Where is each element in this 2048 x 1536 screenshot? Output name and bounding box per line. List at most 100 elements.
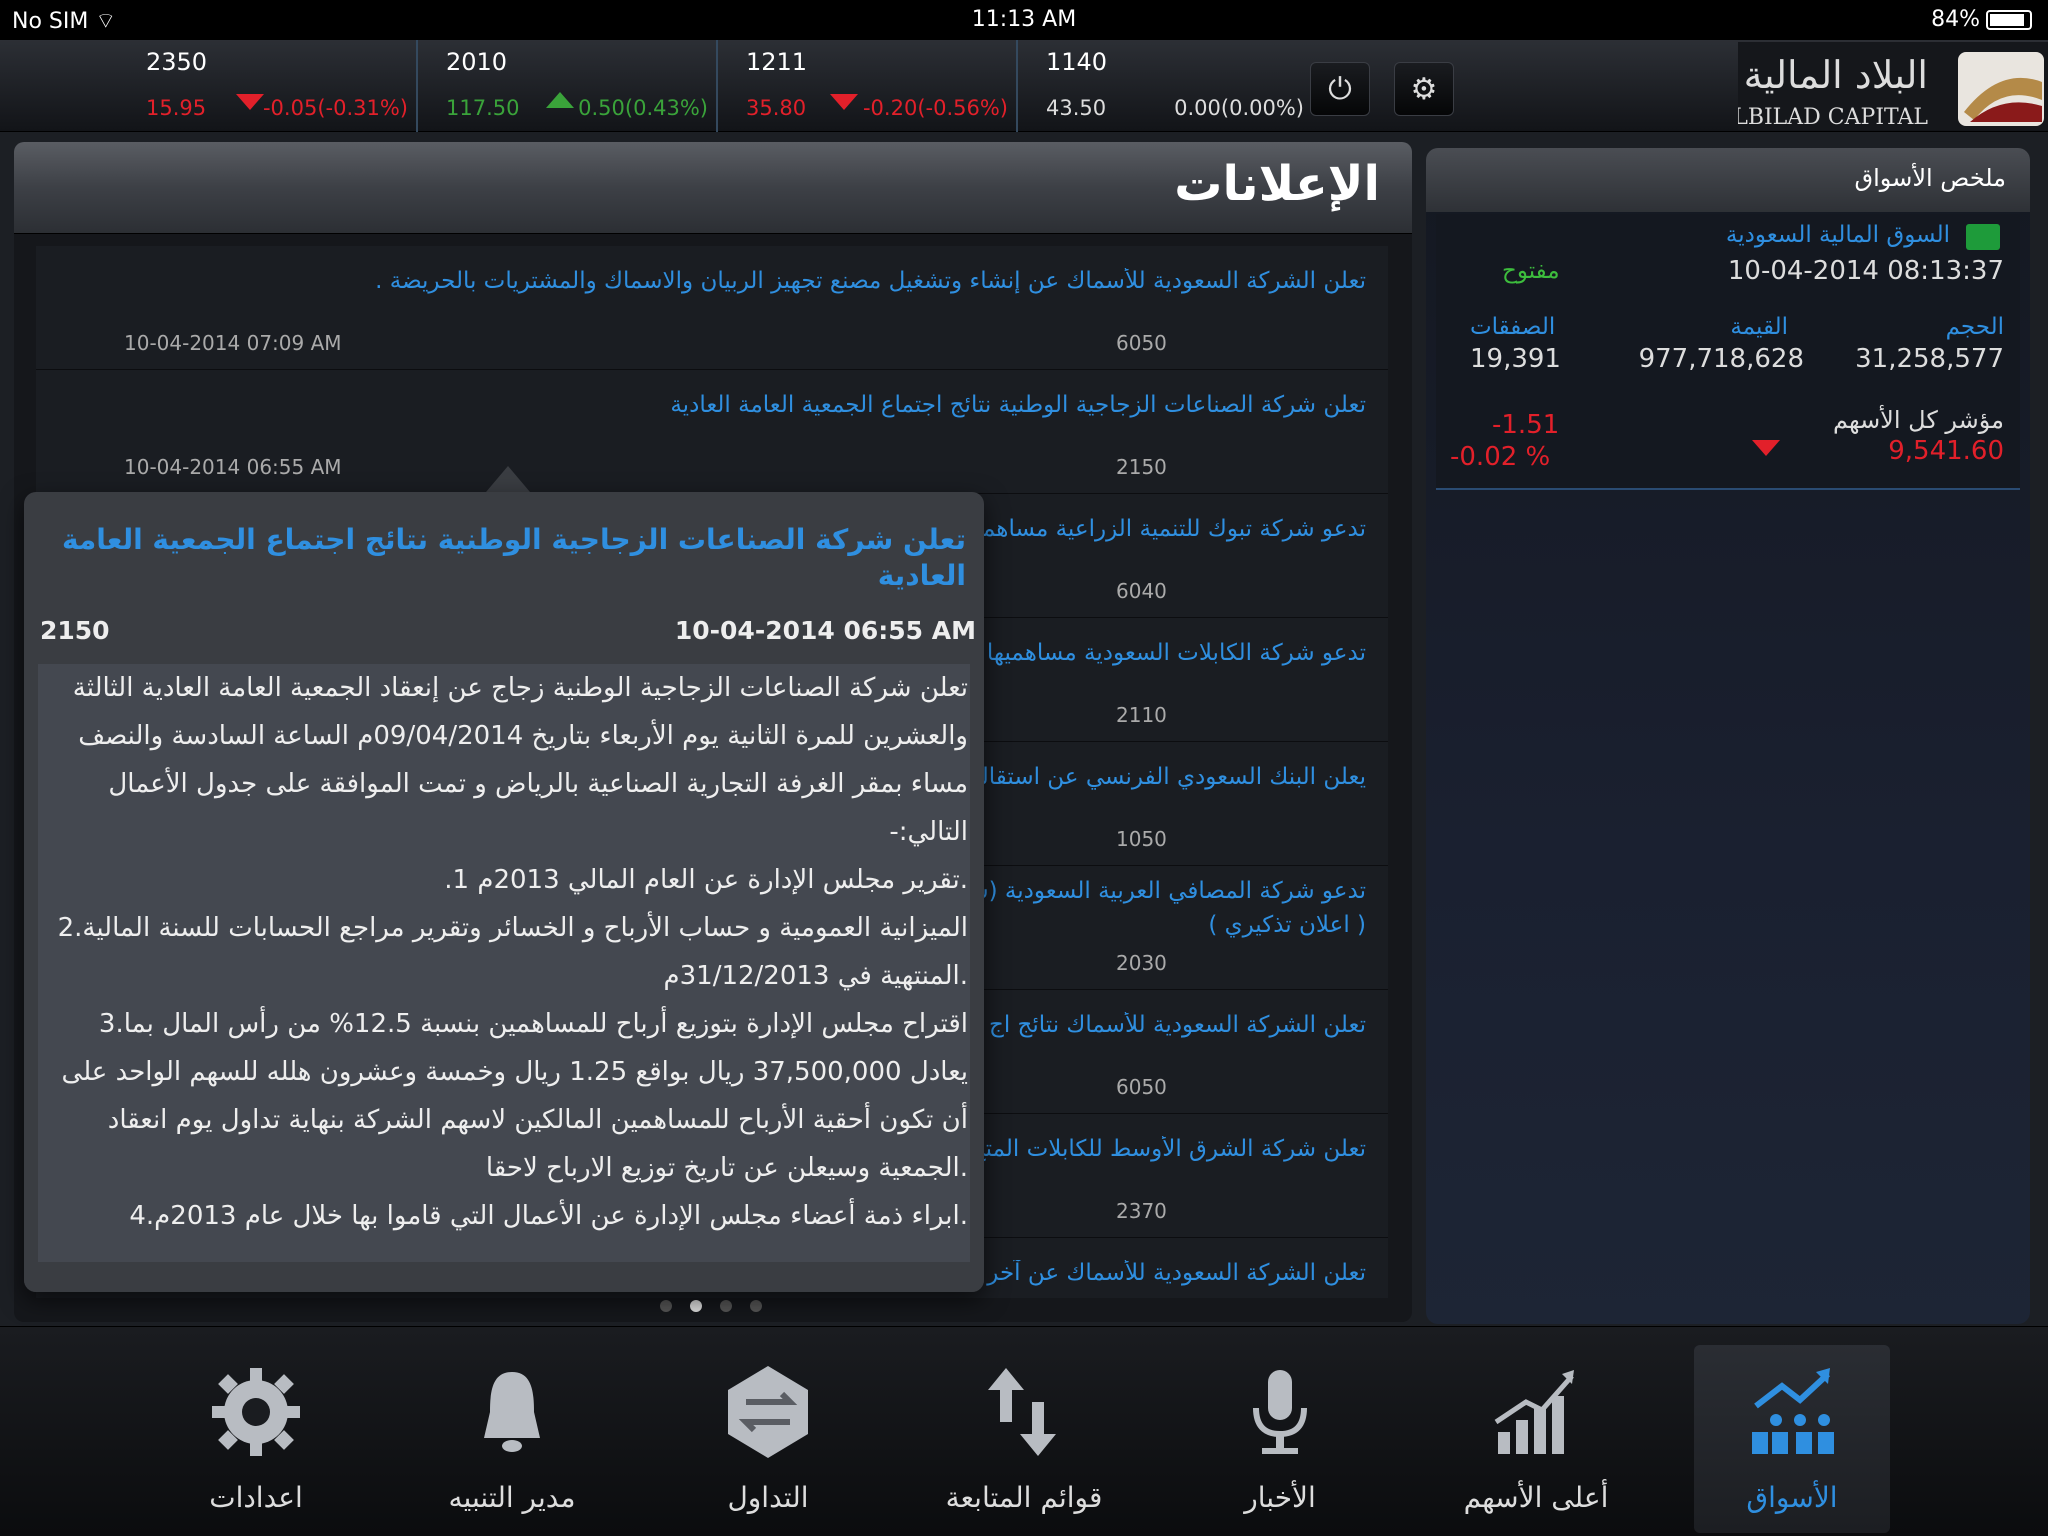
- ticker-item[interactable]: 1140 43.50 0.00(0.00%): [1018, 40, 1308, 132]
- announcement-code: 6040: [1116, 579, 1167, 603]
- battery-icon: [1986, 9, 2032, 30]
- bell-icon: [457, 1357, 567, 1467]
- announcement-code: 2370: [1116, 1199, 1167, 1223]
- power-button[interactable]: ⏻: [1310, 62, 1370, 116]
- page-dot[interactable]: [660, 1300, 672, 1312]
- ticker-price: 35.80: [746, 96, 807, 120]
- gear-icon: ⚙: [1410, 71, 1438, 107]
- announcement-text: تعلن الشركة السعودية للأسماك عن إنشاء وت…: [375, 268, 1366, 294]
- market-summary-header: ملخص الأسواق: [1426, 148, 2030, 212]
- popover-body[interactable]: تعلن شركة الصناعات الزجاجية الوطنية زجاج…: [38, 664, 970, 1262]
- page-title: الإعلانات: [1174, 156, 1380, 212]
- volume-label: الحجم: [1945, 314, 2004, 340]
- up-arrow-icon: [546, 92, 574, 108]
- page-dot[interactable]: [750, 1300, 762, 1312]
- tab-label: الأسواق: [1746, 1481, 1838, 1514]
- body-line: والعشرين للمرة الثانية يوم الأربعاء بتار…: [78, 721, 968, 751]
- announcement-popover[interactable]: تعلن شركة الصناعات الزجاجية الوطنية نتائ…: [24, 492, 984, 1292]
- trade-arrows-icon: [713, 1357, 823, 1467]
- body-line: تعلن شركة الصناعات الزجاجية الوطنية زجاج…: [72, 673, 968, 703]
- ticker-change: -0.05(-0.31%): [262, 96, 408, 120]
- announcement-code: 1050: [1116, 827, 1167, 851]
- trades-value: 19,391: [1470, 344, 1561, 374]
- ticker-price: 15.95: [146, 96, 207, 120]
- value-value: 977,718,628: [1638, 344, 1804, 374]
- market-summary-panel: ملخص الأسواق السوق المالية السعودية 10-0…: [1426, 148, 2030, 1324]
- index-change: -1.51: [1492, 410, 1560, 440]
- popover-footer: [24, 1262, 984, 1292]
- tab-news[interactable]: الأخبار: [1182, 1345, 1378, 1533]
- value-label: القيمة: [1730, 314, 1788, 340]
- popover-title: تعلن شركة الصناعات الزجاجية الوطنية نتائ…: [61, 523, 966, 592]
- body-line: .الجمعية وسيعلن عن تاريخ توزيع الارباح ل…: [485, 1153, 968, 1183]
- ticker-item[interactable]: 2010 117.50 0.50(0.43%): [418, 40, 718, 132]
- tab-label: اعدادات: [209, 1481, 303, 1514]
- volume-value: 31,258,577: [1855, 344, 2004, 374]
- albilad-logo: البلاد المالية ALBILAD CAPITAL: [1738, 42, 2048, 130]
- battery-indicator: 84%: [1931, 7, 2032, 32]
- bottom-tab-bar: اعدادات مدير التنبيه التداول قوائم المتا…: [0, 1326, 2048, 1536]
- announcement-text: تعلن شركة الصناعات الزجاجية الوطنية نتائ…: [670, 392, 1366, 418]
- tab-label: التداول: [727, 1481, 809, 1514]
- ticker-change: 0.50(0.43%): [578, 96, 708, 120]
- ticker-symbol: 2350: [146, 48, 208, 76]
- body-line: أن تكون أحقية الأرباح للمساهمين المالكين…: [107, 1105, 968, 1135]
- markets-icon: [1737, 1357, 1847, 1467]
- index-change-pct: -0.02 %: [1450, 442, 1551, 472]
- announcement-code: 2030: [1116, 951, 1167, 975]
- tab-trading[interactable]: التداول: [670, 1345, 866, 1533]
- saudi-flag-icon: [1966, 224, 2000, 250]
- body-line: .تقرير مجلس الإدارة عن العام المالي 2013…: [444, 865, 968, 895]
- announcement-date: 10-04-2014 07:09 AM: [124, 331, 342, 355]
- market-datetime: 10-04-2014 08:13:37: [1727, 256, 2004, 286]
- ticker-symbol: 2010: [446, 48, 508, 76]
- updown-arrows-icon: [969, 1357, 1079, 1467]
- logo-english: ALBILAD CAPITAL: [1738, 105, 1928, 130]
- body-line: .المنتهية في 31/12/2013م: [663, 961, 969, 991]
- popover-caret: [486, 466, 530, 492]
- tab-watchlists[interactable]: قوائم المتابعة: [926, 1345, 1122, 1533]
- market-status: مفتوح: [1502, 258, 1560, 284]
- ticker-item[interactable]: 1211 35.80 -0.20(-0.56%): [718, 40, 1018, 132]
- page-dot-active[interactable]: [690, 1300, 702, 1312]
- down-arrow-icon: [830, 94, 858, 110]
- market-card[interactable]: السوق المالية السعودية 10-04-2014 08:13:…: [1436, 214, 2020, 490]
- body-line: الميزانية العمومية و حساب الأرباح و الخس…: [57, 913, 968, 943]
- tab-top-stocks[interactable]: أعلى الأسهم: [1438, 1345, 1634, 1533]
- body-line: مساء بمقر الغرفة التجارية الصناعية بالري…: [108, 769, 968, 799]
- logo-arabic: البلاد المالية: [1744, 53, 1928, 97]
- announcement-code: 6050: [1116, 1075, 1167, 1099]
- tab-label: الأخبار: [1244, 1481, 1316, 1514]
- tab-label: قوائم المتابعة: [945, 1481, 1103, 1514]
- settings-button[interactable]: ⚙: [1394, 62, 1454, 116]
- page-dot[interactable]: [720, 1300, 732, 1312]
- down-arrow-icon: [236, 94, 264, 110]
- trades-label: الصفقات: [1470, 314, 1556, 340]
- body-line: التالي:-: [889, 817, 968, 847]
- announcement-code: 6050: [1116, 331, 1167, 355]
- status-bar: No SIM ⌔ 11:13 AM 84%: [0, 0, 2048, 40]
- ticker-price: 117.50: [446, 96, 520, 120]
- tab-markets[interactable]: الأسواق: [1694, 1345, 1890, 1533]
- announcements-header: الإعلانات: [14, 142, 1412, 234]
- announcement-date: 10-04-2014 06:55 AM: [124, 455, 342, 479]
- page-indicator[interactable]: [660, 1300, 762, 1312]
- announcement-row[interactable]: تعلن شركة الصناعات الزجاجية الوطنية نتائ…: [36, 370, 1388, 494]
- body-line: .ابراء ذمة أعضاء مجلس الإدارة عن الأعمال…: [129, 1201, 968, 1231]
- ticker-symbol: 1211: [746, 48, 808, 76]
- index-label: مؤشر كل الأسهم: [1833, 406, 2004, 434]
- body-line: اقتراح مجلس الإدارة بتوزيع أرباح للمساهم…: [98, 1009, 968, 1039]
- down-arrow-icon: [1752, 440, 1780, 456]
- gear-icon: [201, 1357, 311, 1467]
- tab-alert-manager[interactable]: مدير التنبيه: [414, 1345, 610, 1533]
- ticker-change: -0.20(-0.56%): [862, 96, 1008, 120]
- bar-chart-up-icon: [1481, 1357, 1591, 1467]
- announcement-code: 2110: [1116, 703, 1167, 727]
- tab-label: أعلى الأسهم: [1463, 1481, 1609, 1514]
- ticker-change: 0.00(0.00%): [1174, 96, 1304, 120]
- ticker-price: 43.50: [1046, 96, 1107, 120]
- microphone-icon: [1225, 1357, 1335, 1467]
- announcement-row[interactable]: تعلن الشركة السعودية للأسماك عن إنشاء وت…: [36, 246, 1388, 370]
- ticker-item[interactable]: 2350 15.95 -0.05(-0.31%): [118, 40, 418, 132]
- tab-settings[interactable]: اعدادات: [158, 1345, 354, 1533]
